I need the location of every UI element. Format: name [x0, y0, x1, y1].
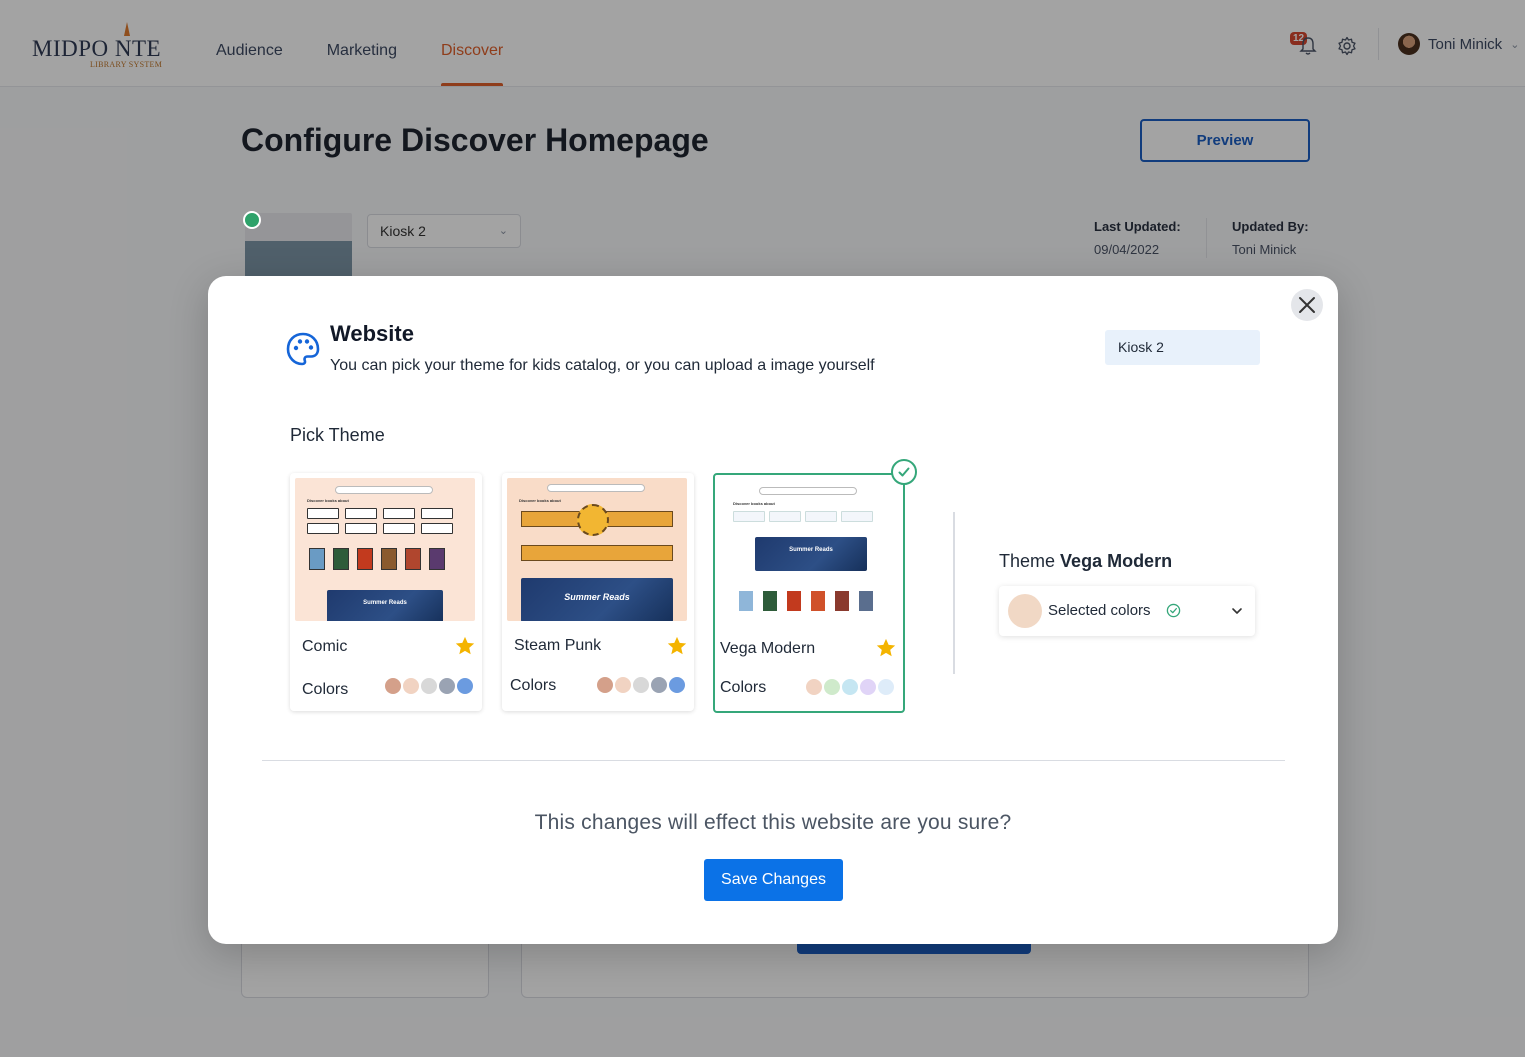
- thumb-book: [859, 591, 873, 611]
- thumb-banner: Summer Reads: [521, 578, 673, 621]
- thumb-book: [381, 548, 397, 570]
- selected-color-swatch: [1008, 594, 1042, 628]
- thumb-banner-text: Summer Reads: [363, 600, 407, 606]
- thumb-book: [429, 548, 445, 570]
- selected-theme-name: Vega Modern: [1060, 551, 1173, 571]
- thumb-chip: [345, 508, 377, 519]
- kiosk-field[interactable]: Kiosk 2: [1105, 330, 1260, 365]
- pick-theme-label: Pick Theme: [290, 425, 385, 445]
- star-icon[interactable]: [454, 635, 476, 657]
- color-swatch: [385, 678, 401, 694]
- thumb-heading: Discover books about: [519, 498, 561, 503]
- color-swatch: [651, 677, 667, 693]
- selected-theme-prefix: Theme: [999, 551, 1056, 571]
- color-swatch: [457, 678, 473, 694]
- thumb-gear-row: [521, 545, 673, 561]
- confirm-text: This changes will effect this website ar…: [534, 811, 1012, 834]
- close-button[interactable]: [1291, 289, 1323, 321]
- theme-name-steam-punk: Steam Punk: [514, 637, 602, 654]
- color-swatches-vega-modern: [806, 679, 894, 695]
- color-swatch: [806, 679, 822, 695]
- thumb-search-bar: [335, 486, 433, 494]
- modal-subtitle: You can pick your theme for kids catalog…: [330, 357, 875, 374]
- thumb-chip: [421, 523, 453, 534]
- color-swatch: [615, 677, 631, 693]
- thumb-book: [763, 591, 777, 611]
- color-swatch: [633, 677, 649, 693]
- thumb-book: [835, 591, 849, 611]
- thumb-chip: [383, 508, 415, 519]
- thumb-book: [811, 591, 825, 611]
- color-swatch: [439, 678, 455, 694]
- theme-thumbnail-vega-modern: Discover books about Summer Reads: [719, 479, 899, 622]
- theme-card-steam-punk[interactable]: Discover books about Summer Reads Steam …: [502, 473, 694, 711]
- theme-card-comic[interactable]: Discover books about Summer Reads Comic …: [290, 473, 482, 711]
- thumb-gear: [577, 504, 609, 536]
- thumb-banner: Summer Reads: [327, 590, 443, 621]
- selected-colors-dropdown[interactable]: Selected colors: [999, 586, 1255, 636]
- theme-thumbnail-comic: Discover books about Summer Reads: [295, 478, 475, 621]
- color-swatches-steam-punk: [597, 677, 685, 693]
- thumb-chip: [805, 511, 837, 522]
- theme-card-vega-modern[interactable]: Discover books about Summer Reads Vega M…: [713, 473, 905, 713]
- check-circle-icon: [1166, 603, 1181, 618]
- color-swatches-comic: [385, 678, 473, 694]
- color-swatch: [421, 678, 437, 694]
- color-swatch: [842, 679, 858, 695]
- check-icon: [898, 467, 910, 477]
- thumb-book: [405, 548, 421, 570]
- chevron-down-icon: [1232, 608, 1242, 614]
- thumb-book: [739, 591, 753, 611]
- vertical-divider: [953, 512, 955, 674]
- thumb-chip: [733, 511, 765, 522]
- theme-name-comic: Comic: [302, 638, 348, 655]
- colors-label: Colors: [720, 679, 767, 696]
- thumb-chip: [769, 511, 801, 522]
- thumb-book: [357, 548, 373, 570]
- thumb-banner-text: Summer Reads: [564, 592, 630, 602]
- theme-thumbnail-steam-punk: Discover books about Summer Reads: [507, 478, 687, 621]
- color-swatch: [824, 679, 840, 695]
- color-swatch: [597, 677, 613, 693]
- color-swatch: [860, 679, 876, 695]
- colors-label: Colors: [302, 681, 349, 698]
- thumb-book: [309, 548, 325, 570]
- thumb-chip: [421, 508, 453, 519]
- thumb-search-bar: [547, 484, 645, 492]
- theme-modal: Website You can pick your theme for kids…: [208, 276, 1338, 944]
- thumb-banner-text: Summer Reads: [789, 547, 833, 553]
- thumb-heading: Discover books about: [733, 501, 775, 506]
- star-icon[interactable]: [666, 635, 688, 657]
- colors-label: Colors: [510, 677, 557, 694]
- modal-title: Website: [330, 321, 414, 346]
- thumb-search-bar: [759, 487, 857, 495]
- selected-theme-heading: Theme Vega Modern: [999, 551, 1172, 572]
- color-swatch: [669, 677, 685, 693]
- palette-icon: [286, 332, 320, 366]
- thumb-heading: Discover books about: [307, 498, 349, 503]
- color-swatch: [403, 678, 419, 694]
- color-swatch: [878, 679, 894, 695]
- selected-check-badge: [891, 459, 917, 485]
- thumb-book: [333, 548, 349, 570]
- selected-colors-label: Selected colors: [1048, 602, 1151, 619]
- thumb-chip: [307, 508, 339, 519]
- close-icon: [1299, 297, 1315, 313]
- thumb-chip: [383, 523, 415, 534]
- theme-name-vega-modern: Vega Modern: [720, 640, 816, 657]
- save-changes-button[interactable]: Save Changes: [704, 859, 843, 901]
- thumb-chip: [307, 523, 339, 534]
- active-status-dot: [243, 211, 261, 229]
- thumb-chip: [841, 511, 873, 522]
- thumb-book: [787, 591, 801, 611]
- thumb-banner: Summer Reads: [755, 537, 867, 571]
- thumb-chip: [345, 523, 377, 534]
- horizontal-divider: [262, 760, 1285, 761]
- star-icon[interactable]: [875, 637, 897, 659]
